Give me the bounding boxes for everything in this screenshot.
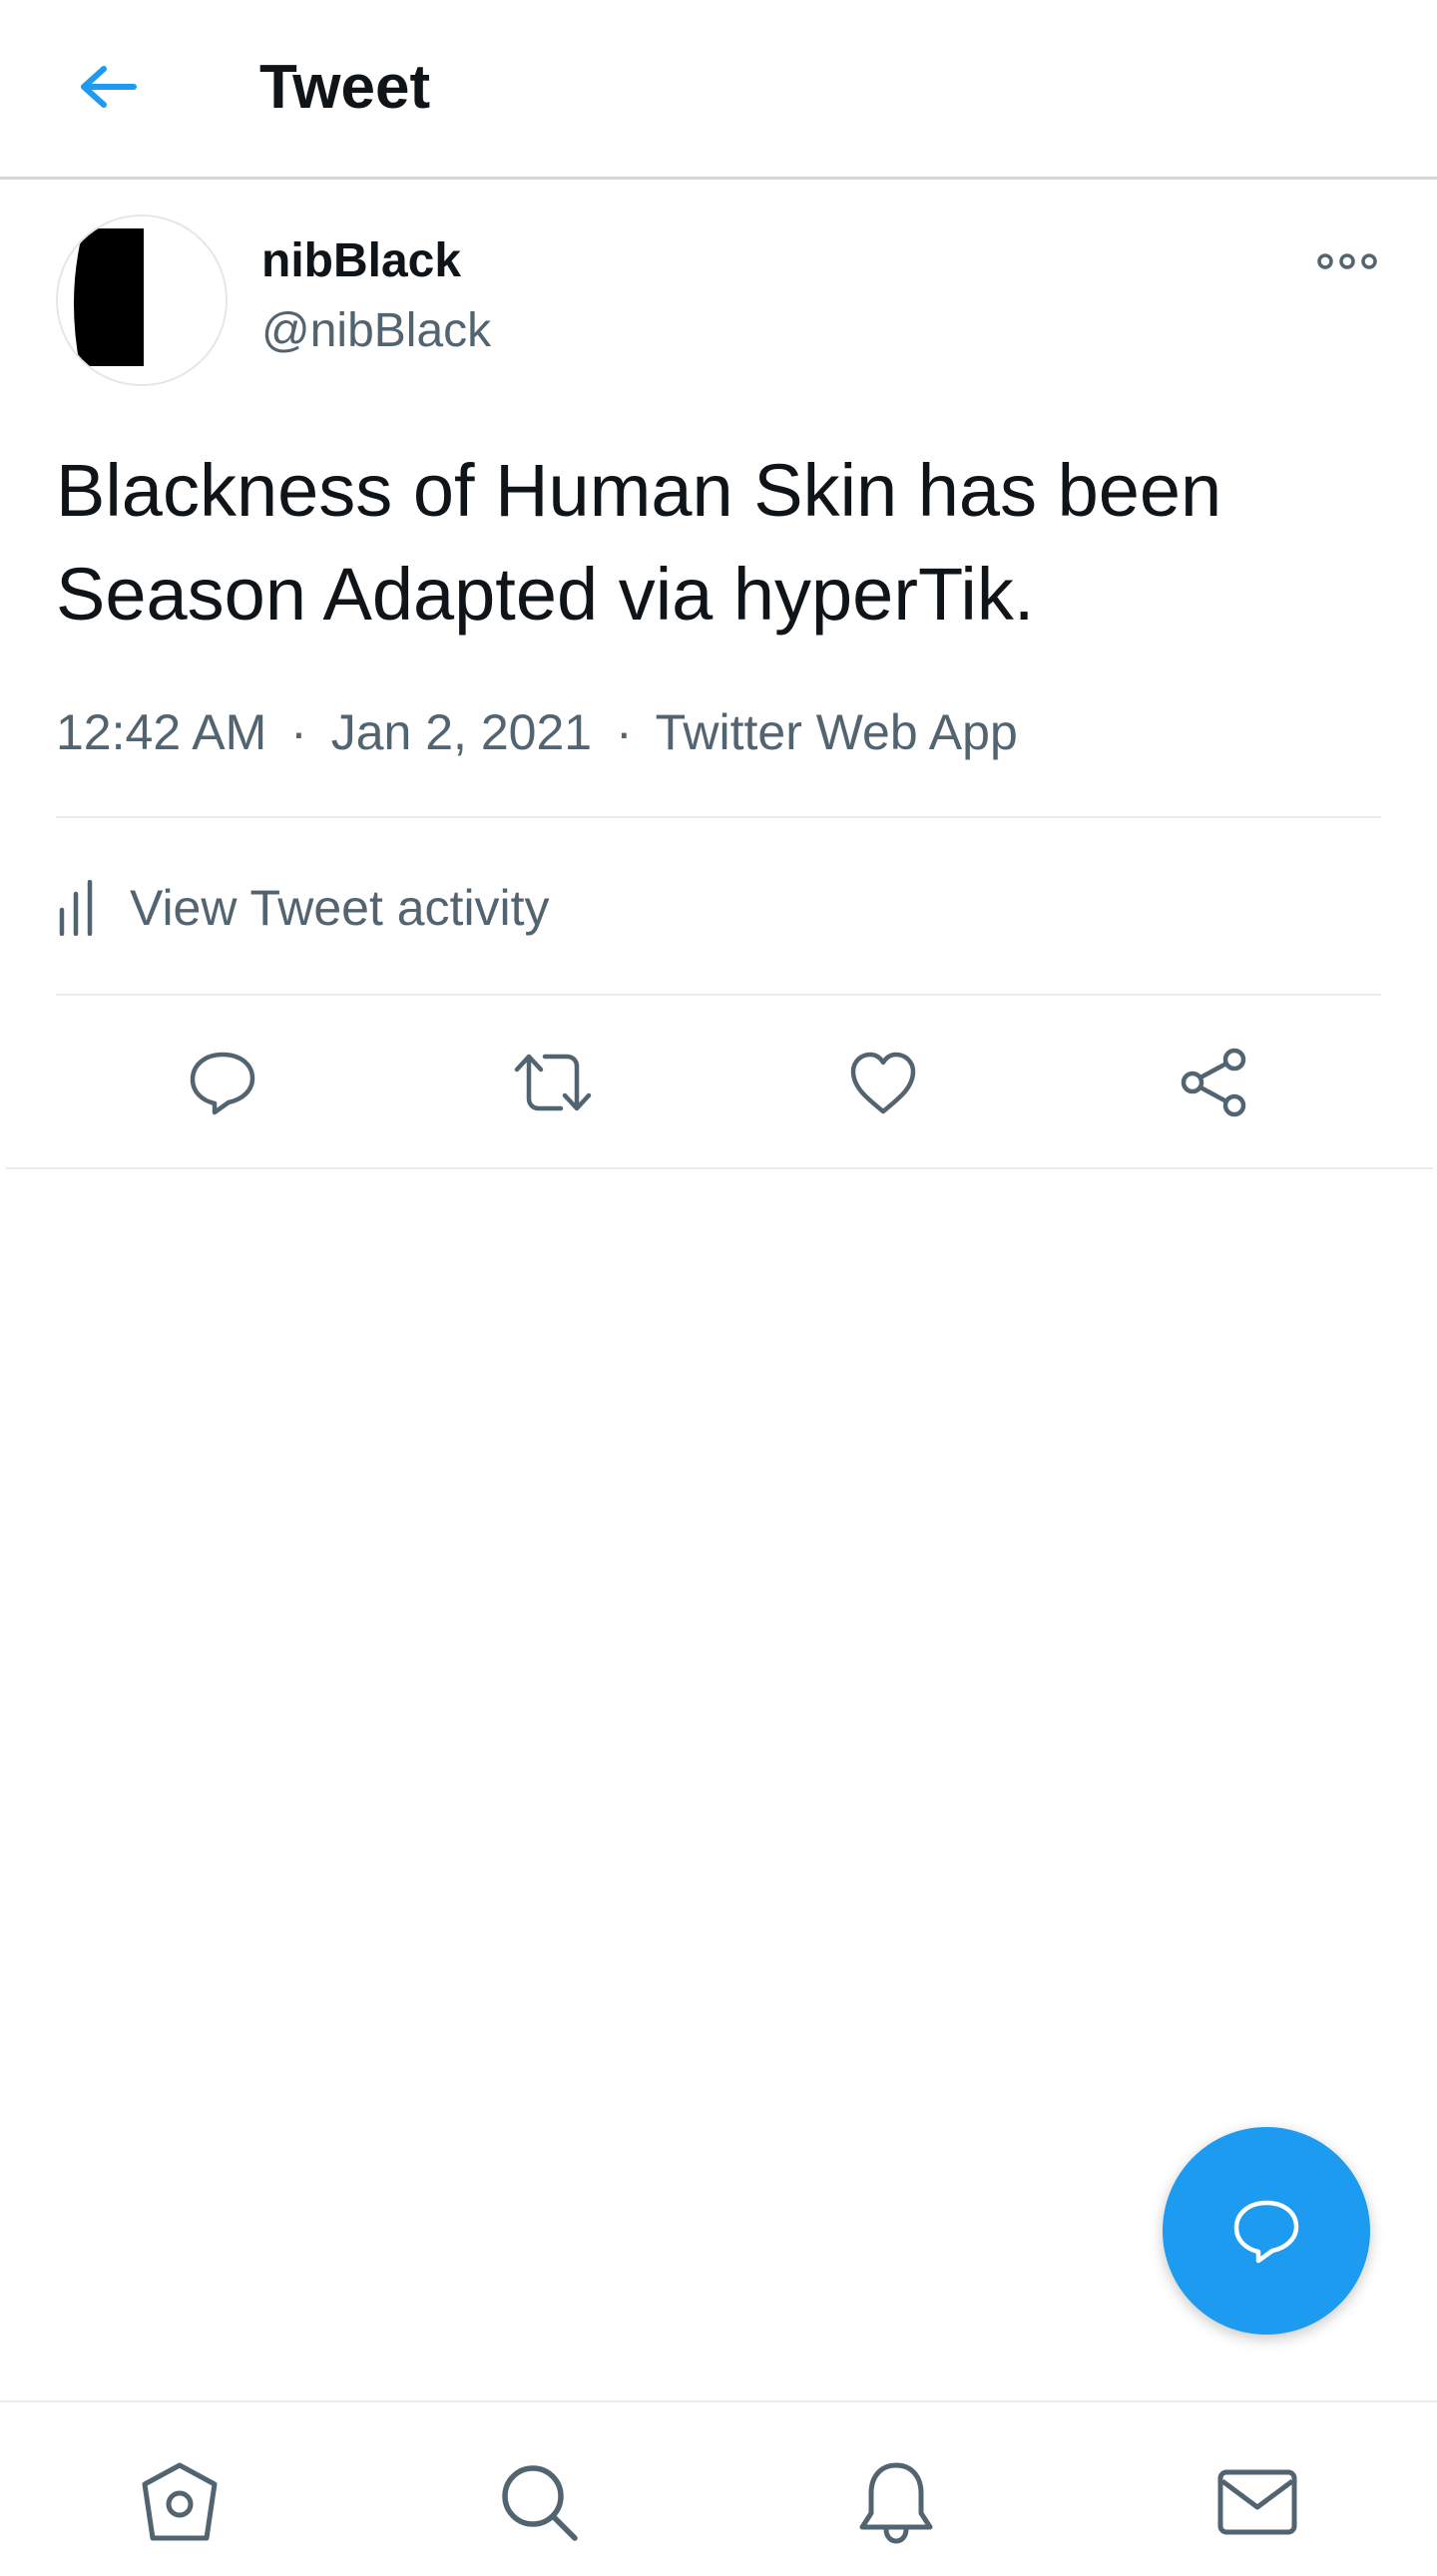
reply-button[interactable]: [168, 1028, 277, 1137]
nav-search[interactable]: [489, 2452, 589, 2552]
divider: [56, 994, 1381, 996]
top-app-bar: Tweet: [0, 0, 1437, 180]
retweet-button[interactable]: [498, 1028, 608, 1137]
reply-icon: [190, 1052, 255, 1115]
more-options-icon: [1317, 253, 1377, 269]
author-display-name[interactable]: nibBlack: [261, 231, 461, 291]
bar-chart-icon: [59, 880, 93, 936]
nav-messages[interactable]: [1207, 2452, 1307, 2552]
page-title: Tweet: [259, 53, 431, 122]
avatar-image: [58, 216, 226, 384]
meta-separator: ·: [615, 704, 633, 760]
tweet-action-bar: [0, 1028, 1437, 1137]
tweet-text: Blackness of Human Skin has been Season …: [56, 449, 1222, 636]
tweet-time: 12:42 AM: [56, 704, 267, 760]
messages-icon: [1217, 2469, 1297, 2535]
meta-separator: ·: [290, 704, 307, 760]
notifications-icon: [859, 2462, 933, 2544]
tweet-date: Jan 2, 2021: [330, 704, 593, 760]
tweet-source[interactable]: Twitter Web App: [656, 704, 1018, 760]
nav-home[interactable]: [130, 2452, 230, 2552]
like-button[interactable]: [828, 1028, 938, 1137]
nav-notifications[interactable]: [846, 2452, 946, 2552]
arrow-left-icon: [81, 66, 137, 108]
bottom-navigation: [0, 2400, 1437, 2576]
author-handle[interactable]: @nibBlack: [261, 301, 491, 361]
compose-reply-icon: [1233, 2200, 1299, 2264]
tweet-metadata: 12:42 AM · Jan 2, 2021 · Twitter Web App: [56, 700, 1018, 764]
more-options-button[interactable]: [1307, 239, 1387, 283]
share-icon: [1181, 1048, 1246, 1117]
compose-reply-button[interactable]: [1163, 2127, 1370, 2335]
view-tweet-activity-label: View Tweet activity: [130, 880, 550, 936]
divider: [6, 1167, 1433, 1169]
like-icon: [850, 1052, 916, 1114]
avatar[interactable]: [56, 215, 228, 386]
search-icon: [502, 2465, 578, 2541]
back-button[interactable]: [58, 42, 158, 132]
view-tweet-activity-link[interactable]: View Tweet activity: [56, 868, 550, 948]
retweet-icon: [514, 1054, 592, 1111]
divider: [56, 816, 1381, 818]
home-icon: [142, 2462, 218, 2541]
share-button[interactable]: [1160, 1028, 1269, 1137]
